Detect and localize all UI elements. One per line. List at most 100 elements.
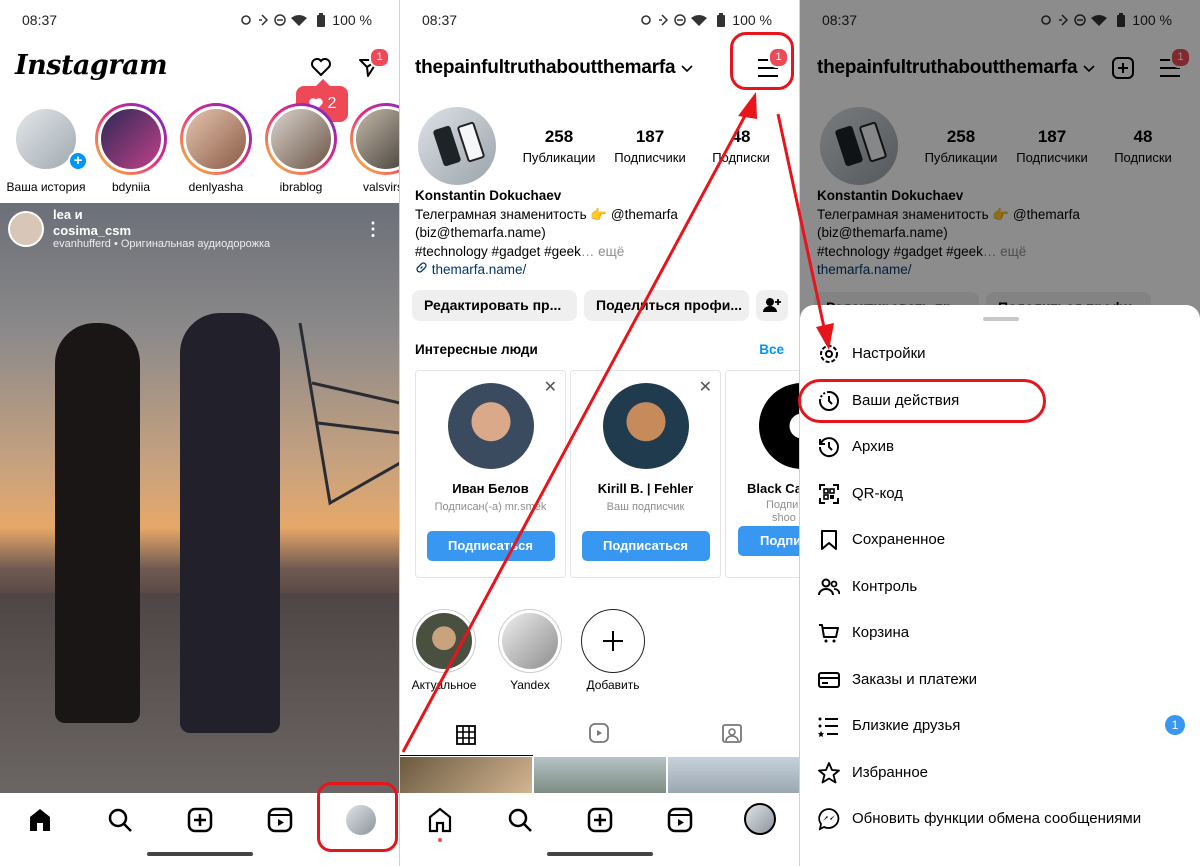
- star-icon: [818, 762, 840, 784]
- create-icon[interactable]: [185, 805, 215, 835]
- reels-icon: [589, 723, 609, 743]
- grid-post[interactable]: [534, 757, 666, 793]
- avatar: [602, 383, 689, 469]
- menu-item-supervision[interactable]: Контроль: [800, 564, 1200, 610]
- stat-posts[interactable]: 258 Публикации: [514, 127, 604, 165]
- card-sub: Подписан(-а) mr.smek: [434, 501, 547, 513]
- menu-label: QR-код: [852, 485, 903, 502]
- messenger-icon: [818, 808, 840, 831]
- card-sub: Ваш подписчик: [606, 501, 685, 513]
- suggested-card[interactable]: ✕ Kirill B. | Fehler Ваш подписчик Подпи…: [570, 370, 721, 578]
- gesture-bar: [147, 852, 253, 856]
- menu-item-favorites[interactable]: Избранное: [800, 750, 1200, 796]
- reels-icon[interactable]: [265, 805, 295, 835]
- bio-more[interactable]: … ещё: [581, 244, 624, 259]
- story-item[interactable]: valsvirsk: [346, 103, 400, 194]
- suggested-card[interactable]: ✕ Иван Белов Подписан(-а) mr.smek Подпис…: [415, 370, 566, 578]
- menu-item-qr[interactable]: QR-код: [800, 471, 1200, 517]
- edit-profile-button[interactable]: Редактировать пр...: [412, 290, 577, 321]
- menu-item-settings[interactable]: Настройки: [800, 331, 1200, 377]
- sheet-handle[interactable]: [983, 317, 1019, 321]
- suggested-card[interactable]: Black Ca Подпи shoo Подпи: [725, 370, 800, 578]
- profile-username[interactable]: thepainfultruthaboutthemarfa: [415, 57, 693, 79]
- story-own[interactable]: + Ваша история: [6, 103, 88, 194]
- stat-label: Подписчики: [614, 150, 686, 165]
- card-icon: [818, 672, 840, 688]
- card-sub: shoo: [772, 512, 796, 524]
- see-all-link[interactable]: Все: [759, 342, 784, 357]
- home-icon[interactable]: [25, 805, 55, 835]
- menu-item-messaging[interactable]: Обновить функции обмена сообщениями: [800, 796, 1200, 842]
- cart-icon: [819, 624, 839, 643]
- heart-icon[interactable]: [309, 55, 333, 79]
- story-item[interactable]: ibrablog: [261, 103, 341, 194]
- grid-post[interactable]: [400, 757, 532, 793]
- plus-icon: [603, 631, 623, 651]
- post-audio[interactable]: evanhufferd • Оригинальная аудиодорожка: [53, 238, 270, 250]
- reel-person: [55, 323, 140, 723]
- menu-label: Избранное: [852, 764, 929, 781]
- menu-item-cart[interactable]: Корзина: [800, 610, 1200, 656]
- close-icon[interactable]: ✕: [699, 377, 712, 397]
- menu-item-saved[interactable]: Сохраненное: [800, 517, 1200, 563]
- tab-reels[interactable]: [533, 712, 666, 756]
- menu-item-close-friends[interactable]: Близкие друзья 1: [800, 703, 1200, 749]
- add-highlight-button[interactable]: Добавить: [580, 609, 646, 692]
- search-icon[interactable]: [105, 805, 135, 835]
- highlight-activity-item: [798, 379, 1046, 423]
- bio-link[interactable]: themarfa.name/: [415, 261, 795, 280]
- settings-icon: [820, 345, 838, 363]
- stat-followers[interactable]: 187 Подписчики: [605, 127, 695, 165]
- highlight-item[interactable]: Yandex: [497, 609, 563, 692]
- bookmark-icon: [821, 530, 837, 550]
- follow-button[interactable]: Подписаться: [581, 531, 710, 561]
- stat-label: Публикации: [522, 150, 596, 165]
- post-avatar[interactable]: [8, 211, 44, 247]
- highlight-label: Yandex: [510, 678, 550, 692]
- menu-label: Архив: [852, 438, 895, 455]
- tab-tagged[interactable]: [666, 712, 799, 756]
- highlight-menu-button: [730, 32, 794, 90]
- bottom-nav: [400, 793, 800, 851]
- menu-label: Близкие друзья: [852, 717, 961, 734]
- reels-icon[interactable]: [665, 805, 695, 835]
- menu-item-archive[interactable]: Архив: [800, 424, 1200, 470]
- story-name: Ваша история: [6, 180, 86, 194]
- story-item[interactable]: bdyniia: [91, 103, 171, 194]
- story-item[interactable]: denlyasha: [176, 103, 256, 194]
- discover-people-button[interactable]: [756, 290, 788, 321]
- bio-name: Konstantin Dokuchaev: [415, 188, 562, 203]
- stat-following[interactable]: 48 Подписки: [696, 127, 786, 165]
- add-person-icon: [763, 298, 781, 312]
- more-icon[interactable]: ⋮: [364, 219, 382, 240]
- grid-icon: [456, 725, 476, 745]
- close-friends-icon: [818, 717, 838, 737]
- home-icon[interactable]: [425, 805, 455, 835]
- highlight-label: Добавить: [586, 678, 640, 692]
- profile-tab-avatar[interactable]: [744, 803, 776, 835]
- tab-grid[interactable]: [400, 712, 533, 756]
- follow-button[interactable]: Подписаться: [426, 531, 555, 561]
- search-icon[interactable]: [505, 805, 535, 835]
- add-story-icon[interactable]: +: [68, 151, 88, 171]
- status-icons: 100 %: [640, 12, 772, 28]
- post-user-line1: lea и: [53, 207, 83, 222]
- grid-post[interactable]: [668, 757, 800, 793]
- avatar: [98, 106, 164, 172]
- close-icon[interactable]: ✕: [544, 377, 557, 397]
- post-username[interactable]: lea и cosima_csm: [53, 207, 131, 239]
- bio-hashtags[interactable]: #technology #gadget #geek: [415, 244, 581, 259]
- profile-avatar[interactable]: [418, 107, 496, 185]
- bio-line: #technology #gadget #geek… ещё: [415, 243, 795, 262]
- avatar: [416, 613, 472, 669]
- status-bar: 08:37 100 %: [0, 0, 400, 40]
- share-profile-button[interactable]: Поделиться профи...: [584, 290, 749, 321]
- reel-person: [180, 313, 280, 733]
- follow-button[interactable]: Подпи: [738, 526, 800, 556]
- create-icon[interactable]: [585, 805, 615, 835]
- highlight-profile-tab: [317, 782, 398, 852]
- reel-post[interactable]: lea и cosima_csm evanhufferd • Оригинальн…: [0, 203, 400, 793]
- highlight-item[interactable]: Актуальное: [411, 609, 477, 692]
- tagged-icon: [722, 724, 742, 743]
- menu-item-orders[interactable]: Заказы и платежи: [800, 657, 1200, 703]
